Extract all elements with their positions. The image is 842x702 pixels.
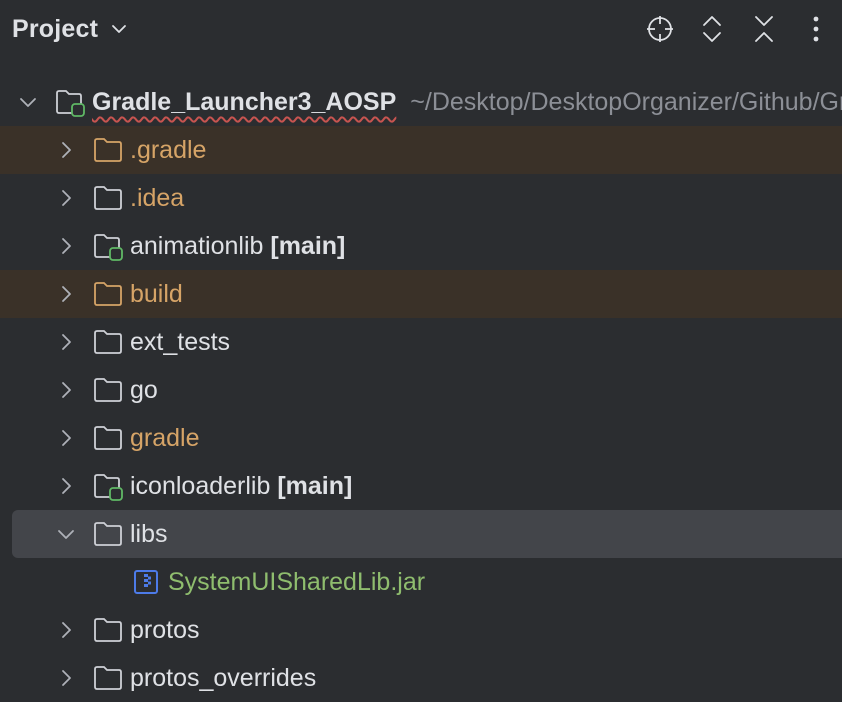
tree-item-label: ext_tests xyxy=(130,328,231,356)
chevron-right-icon[interactable] xyxy=(54,474,78,498)
more-options-icon[interactable] xyxy=(798,11,834,47)
folder-icon xyxy=(93,664,123,692)
folder-icon xyxy=(93,328,123,356)
root-project-path: ~/Desktop/DesktopOrganizer/Github/Gradle… xyxy=(410,88,842,116)
chevron-right-icon[interactable] xyxy=(54,330,78,354)
tree-item-label: libs xyxy=(130,520,168,548)
branch-badge: [main] xyxy=(270,232,346,260)
tree-item-dot-gradle[interactable]: .gradle xyxy=(0,126,842,174)
chevron-right-icon[interactable] xyxy=(54,282,78,306)
tree-item-label: gradle xyxy=(130,424,200,452)
branch-badge: [main] xyxy=(277,472,353,500)
tree-item-animationlib[interactable]: animationlib [main] xyxy=(0,222,842,270)
folder-icon xyxy=(93,424,123,452)
tree-item-go[interactable]: go xyxy=(0,366,842,414)
tree-item-label: go xyxy=(130,376,158,404)
module-folder-icon xyxy=(93,232,123,261)
tree-item-label: protos_overrides xyxy=(130,664,317,692)
tree-item-dot-idea[interactable]: .idea xyxy=(0,174,842,222)
chevron-right-icon[interactable] xyxy=(54,378,78,402)
tree-item-systemuisharedlib-jar[interactable]: SystemUISharedLib.jar xyxy=(0,558,842,606)
locate-icon[interactable] xyxy=(642,11,678,47)
chevron-down-icon[interactable] xyxy=(16,90,40,114)
chevron-down-icon[interactable] xyxy=(54,522,78,546)
tree-item-label: animationlib xyxy=(130,232,264,260)
chevron-right-icon[interactable] xyxy=(54,618,78,642)
folder-icon xyxy=(93,616,123,644)
expand-collapse-icon[interactable] xyxy=(694,11,730,47)
tree-item-protos-overrides[interactable]: protos_overrides xyxy=(0,654,842,702)
tree-item-label: SystemUISharedLib.jar xyxy=(168,568,426,596)
folder-icon xyxy=(93,280,123,308)
tree-item-protos[interactable]: protos xyxy=(0,606,842,654)
folder-icon xyxy=(93,376,123,404)
root-project-name: Gradle_Launcher3_AOSP xyxy=(92,88,397,116)
tree-root-row[interactable]: Gradle_Launcher3_AOSP ~/Desktop/DesktopOr… xyxy=(0,78,842,126)
tree-item-build[interactable]: build xyxy=(0,270,842,318)
chevron-down-icon xyxy=(110,20,128,38)
project-view-selector[interactable]: Project xyxy=(0,10,128,48)
module-folder-icon xyxy=(55,88,85,117)
collapse-all-icon[interactable] xyxy=(746,11,782,47)
tool-window-header: Project xyxy=(0,0,842,58)
tree-item-label: protos xyxy=(130,616,200,644)
tree-item-gradle[interactable]: gradle xyxy=(0,414,842,462)
tree-item-label: .idea xyxy=(130,184,185,212)
chevron-right-icon[interactable] xyxy=(54,426,78,450)
project-tool-window: Project Gradle_Launcher3_AOSP ~/Desktop/… xyxy=(0,0,842,702)
folder-icon xyxy=(93,136,123,164)
module-folder-icon xyxy=(93,472,123,501)
folder-icon xyxy=(93,184,123,212)
folder-icon xyxy=(93,520,123,548)
chevron-right-icon[interactable] xyxy=(54,666,78,690)
tree-item-ext-tests[interactable]: ext_tests xyxy=(0,318,842,366)
jar-archive-icon xyxy=(132,568,162,596)
chevron-right-icon[interactable] xyxy=(54,186,78,210)
tree-item-label: .gradle xyxy=(130,136,207,164)
tree-item-libs[interactable]: libs xyxy=(12,510,842,558)
tree-item-iconloaderlib[interactable]: iconloaderlib [main] xyxy=(0,462,842,510)
chevron-right-icon[interactable] xyxy=(54,138,78,162)
tree-item-label: iconloaderlib xyxy=(130,472,271,500)
tool-window-title: Project xyxy=(12,14,99,43)
tree-item-label: build xyxy=(130,280,183,308)
chevron-right-icon[interactable] xyxy=(54,234,78,258)
project-tree[interactable]: Gradle_Launcher3_AOSP ~/Desktop/DesktopOr… xyxy=(0,78,842,702)
